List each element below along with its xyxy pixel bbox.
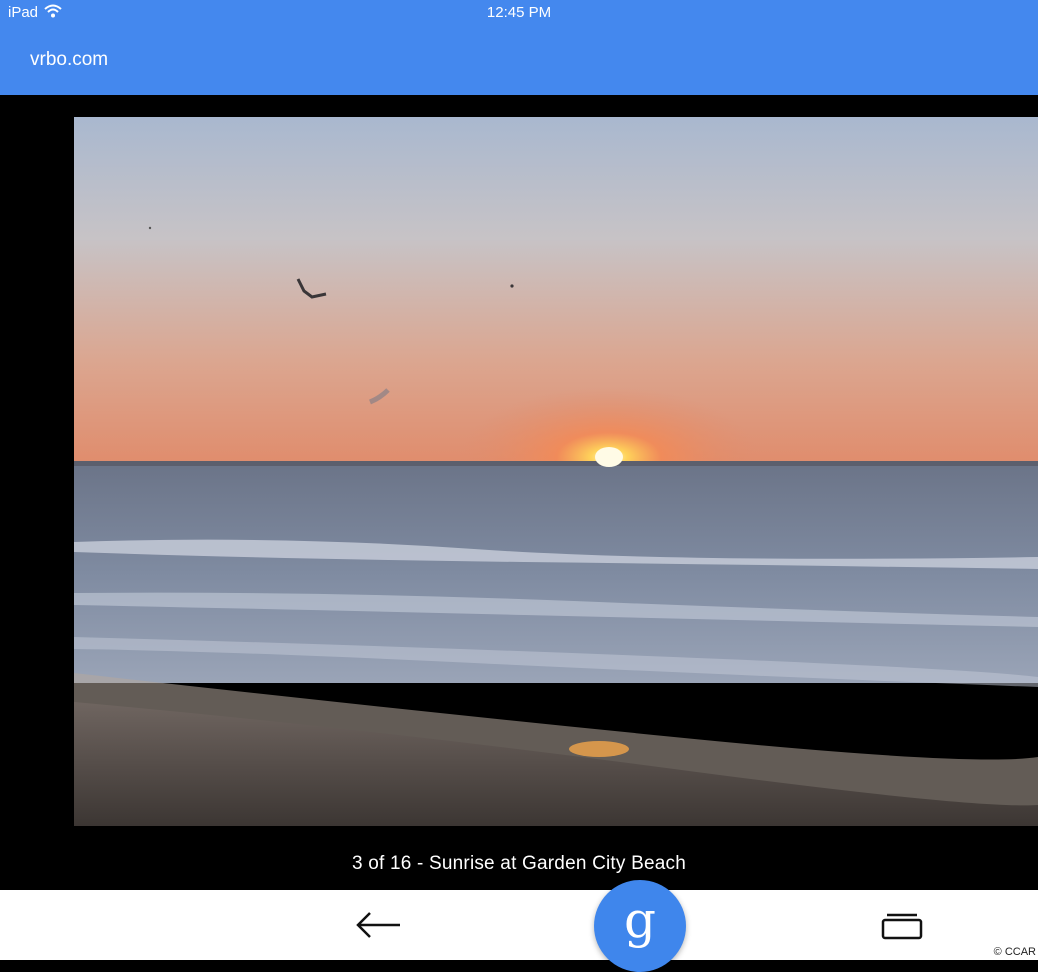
tabs-icon (881, 913, 923, 940)
tabs-button[interactable] (878, 910, 926, 942)
gallery-photo[interactable] (74, 117, 1038, 826)
photo-caption: 3 of 16 - Sunrise at Garden City Beach (352, 853, 686, 874)
back-arrow-icon (356, 912, 400, 938)
google-search-button[interactable]: g (594, 880, 686, 972)
browser-header: iPad 12:45 PM vrbo.com (0, 0, 1038, 95)
bottom-toolbar (0, 890, 1038, 960)
google-icon: g (623, 891, 656, 949)
url-bar[interactable]: vrbo.com (30, 49, 108, 71)
copyright-notice: © CCAR (993, 946, 1036, 958)
photo-gallery: 3 of 16 - Sunrise at Garden City Beach (0, 95, 1038, 890)
status-time: 12:45 PM (486, 4, 552, 21)
back-button[interactable] (352, 908, 404, 942)
